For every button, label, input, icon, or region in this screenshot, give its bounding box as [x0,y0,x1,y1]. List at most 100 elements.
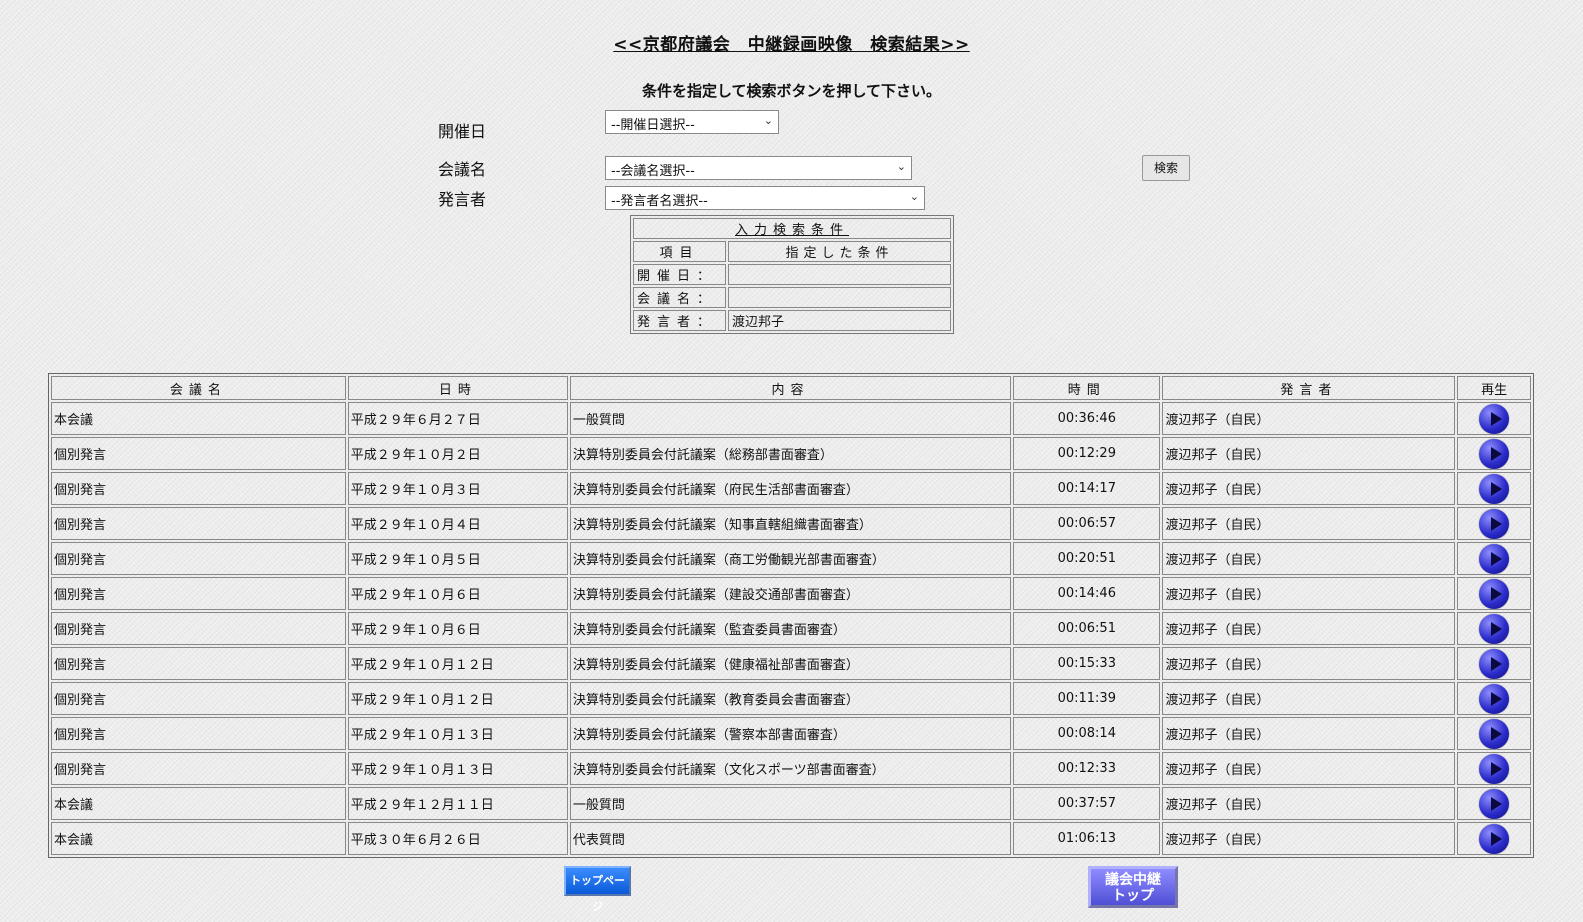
play-icon[interactable] [1479,788,1510,819]
cell-time: 00:08:14 [1013,717,1161,750]
cell-time: 00:06:57 [1013,507,1161,540]
cell-play [1457,507,1531,540]
date-select-value: --開催日選択-- [611,118,695,133]
cell-play [1457,717,1531,750]
cell-time: 00:20:51 [1013,542,1161,575]
cell-time: 00:37:57 [1013,787,1161,820]
cell-play [1457,437,1531,470]
cell-meeting: 個別発言 [51,752,346,785]
col-header-content: 内容 [569,376,1012,400]
cell-time: 00:06:51 [1013,612,1161,645]
condition-key-meeting: 会議名： [633,287,726,308]
cell-date: 平成２９年６月２７日 [347,402,568,435]
cell-content: 決算特別委員会付託議案（文化スポーツ部書面審査） [569,752,1012,785]
play-icon[interactable] [1479,753,1510,784]
cell-content: 決算特別委員会付託議案（建設交通部書面審査） [569,577,1012,610]
cell-play [1457,542,1531,575]
cell-meeting: 個別発言 [51,682,346,715]
cell-meeting: 本会議 [51,822,346,855]
cell-content: 決算特別委員会付託議案（知事直轄組織書面審査） [569,507,1012,540]
play-icon[interactable] [1479,578,1510,609]
cell-speaker: 渡辺邦子（自民） [1162,822,1456,855]
condition-key-speaker: 発言者： [633,310,726,331]
cell-meeting: 個別発言 [51,507,346,540]
col-header-play: 再生 [1457,376,1531,400]
search-button[interactable]: 検索 [1142,155,1190,181]
table-row: 個別発言 平成２９年１０月１３日 決算特別委員会付託議案（警察本部書面審査） 00:0… [51,717,1531,750]
cell-time: 00:14:17 [1013,472,1161,505]
cell-play [1457,752,1531,785]
cell-time: 00:11:39 [1013,682,1161,715]
cell-meeting: 個別発言 [51,647,346,680]
cell-meeting: 個別発言 [51,577,346,610]
cell-date: 平成２９年１０月２日 [347,437,568,470]
cell-meeting: 本会議 [51,787,346,820]
play-icon[interactable] [1479,438,1510,469]
chevron-down-icon: ⌄ [909,190,919,203]
play-icon[interactable] [1479,613,1510,644]
col-header-meeting: 会議名 [51,376,346,400]
table-row: 個別発言 平成２９年１０月２日 決算特別委員会付託議案（総務部書面審査） 00:12:… [51,437,1531,470]
cell-content: 決算特別委員会付託議案（教育委員会書面審査） [569,682,1012,715]
col-header-date: 日時 [347,376,568,400]
cell-play [1457,647,1531,680]
cell-speaker: 渡辺邦子（自民） [1162,402,1456,435]
cell-time: 00:12:29 [1013,437,1161,470]
search-conditions-table: 入力検索条件 項目 指定した条件 開催日： 会議名： 発言者： 渡辺邦子 [630,215,954,334]
cell-date: 平成２９年１０月５日 [347,542,568,575]
table-row: 本会議 平成２９年６月２７日 一般質問 00:36:46 渡辺邦子（自民） [51,402,1531,435]
date-label: 開催日 [438,122,487,141]
play-icon[interactable] [1479,683,1510,714]
cell-content: 決算特別委員会付託議案（監査委員書面審査） [569,612,1012,645]
meeting-select[interactable]: --会議名選択-- ⌄ [605,156,912,180]
cell-date: 平成２９年１０月１２日 [347,647,568,680]
cell-meeting: 本会議 [51,402,346,435]
play-icon[interactable] [1479,648,1510,679]
cell-date: 平成２９年１０月１３日 [347,752,568,785]
cell-date: 平成２９年１０月６日 [347,577,568,610]
play-icon[interactable] [1479,823,1510,854]
condition-value-date [728,264,951,285]
gikai-top-line1: 議会中継 [1105,872,1161,888]
cell-date: 平成２９年１０月３日 [347,472,568,505]
speaker-select[interactable]: --発言者名選択-- ⌄ [605,186,925,210]
play-icon[interactable] [1479,508,1510,539]
chevron-down-icon: ⌄ [896,160,906,173]
cell-meeting: 個別発言 [51,472,346,505]
results-table: 会議名 日時 内容 時間 発言者 再生 本会議 平成２９年６月２７日 一般質問 00:… [48,373,1534,858]
meeting-select-value: --会議名選択-- [611,164,695,179]
date-select[interactable]: --開催日選択-- ⌄ [605,110,779,134]
gikai-top-button[interactable]: 議会中継 トップ [1088,866,1178,908]
cell-meeting: 個別発言 [51,437,346,470]
condition-key-date: 開催日： [633,264,726,285]
cell-meeting: 個別発言 [51,717,346,750]
cell-play [1457,612,1531,645]
table-row: 本会議 平成３０年６月２６日 代表質問 01:06:13 渡辺邦子（自民） [51,822,1531,855]
cell-speaker: 渡辺邦子（自民） [1162,437,1456,470]
cell-date: 平成２９年１０月１２日 [347,682,568,715]
conditions-title: 入力検索条件 [633,218,951,239]
top-page-button[interactable]: トップページ [564,866,631,913]
cell-content: 決算特別委員会付託議案（総務部書面審査） [569,437,1012,470]
cell-content: 決算特別委員会付託議案（健康福祉部書面審査） [569,647,1012,680]
cell-play [1457,787,1531,820]
cell-time: 00:15:33 [1013,647,1161,680]
meeting-label: 会議名 [438,160,487,179]
instruction-text: 条件を指定して検索ボタンを押して下さい。 [641,82,942,100]
page-title: <<京都府議会 中継録画映像 検索結果>> [613,35,970,55]
table-row: 本会議 平成２９年１２月１１日 一般質問 00:37:57 渡辺邦子（自民） [51,787,1531,820]
play-icon[interactable] [1479,473,1510,504]
conditions-col-value: 指定した条件 [728,241,951,262]
col-header-speaker: 発言者 [1162,376,1456,400]
col-header-time: 時間 [1013,376,1161,400]
play-icon[interactable] [1479,543,1510,574]
cell-content: 決算特別委員会付託議案（警察本部書面審査） [569,717,1012,750]
cell-date: 平成２９年１２月１１日 [347,787,568,820]
cell-speaker: 渡辺邦子（自民） [1162,612,1456,645]
cell-date: 平成３０年６月２６日 [347,822,568,855]
cell-date: 平成２９年１０月４日 [347,507,568,540]
play-icon[interactable] [1479,403,1510,434]
cell-speaker: 渡辺邦子（自民） [1162,542,1456,575]
play-icon[interactable] [1479,718,1510,749]
conditions-col-item: 項目 [633,241,726,262]
